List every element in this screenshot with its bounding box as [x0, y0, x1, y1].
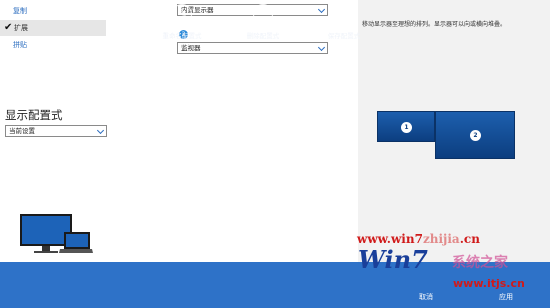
- mode-tile[interactable]: 拼贴: [0, 37, 106, 53]
- pencil-icon: ✎: [172, 4, 192, 24]
- plus-icon: +: [334, 4, 354, 24]
- arrange-hint: 移动显示器至理想的排列。显示器可以向或横向堆叠。: [362, 21, 507, 28]
- rename-config-button[interactable]: ✎ 重命名配置式: [152, 4, 212, 40]
- watermark-cn-text: 系统之家: [452, 255, 508, 271]
- mode-tile-label: 拼贴: [13, 41, 27, 49]
- mode-duplicate-label: 复制: [13, 7, 27, 15]
- config-select-value: 当前设置: [9, 127, 35, 135]
- monitor-2-tile[interactable]: 2: [435, 111, 515, 159]
- delete-config-label: 删除配置式: [246, 32, 280, 40]
- watermark-logo: Win7: [358, 245, 428, 274]
- watermark-url-2: www.itjs.cn: [453, 277, 525, 290]
- monitor-2-number: 2: [470, 130, 481, 141]
- minus-icon: −: [253, 4, 273, 24]
- display-config-title: 显示配置式: [5, 108, 63, 122]
- monitor-1-number: 1: [401, 122, 412, 133]
- display2-select-value: 监视器: [181, 44, 201, 52]
- mode-extend-label: 扩展: [14, 24, 28, 32]
- mode-extend[interactable]: ✔ 扩展: [0, 20, 106, 36]
- chevron-down-icon: [317, 43, 326, 52]
- save-config-button[interactable]: + 保存配置式: [314, 4, 374, 40]
- checkmark-icon: ✔: [4, 22, 13, 33]
- config-select[interactable]: 当前设置: [5, 125, 107, 137]
- rename-config-label: 重命名配置式: [162, 32, 202, 40]
- monitor-1-tile[interactable]: 1: [377, 111, 435, 142]
- cancel-button[interactable]: 取消: [419, 292, 433, 302]
- delete-config-button[interactable]: − 删除配置式: [233, 4, 293, 40]
- monitor-laptop-illustration: [20, 214, 93, 253]
- display2-select[interactable]: 监视器: [177, 42, 328, 54]
- watermark-url: www.win7zhijia.cn: [357, 232, 480, 246]
- chevron-down-icon: [96, 126, 105, 135]
- apply-button[interactable]: 应用: [499, 292, 513, 302]
- mode-duplicate[interactable]: 复制: [0, 3, 106, 19]
- save-config-label: 保存配置式: [327, 32, 361, 40]
